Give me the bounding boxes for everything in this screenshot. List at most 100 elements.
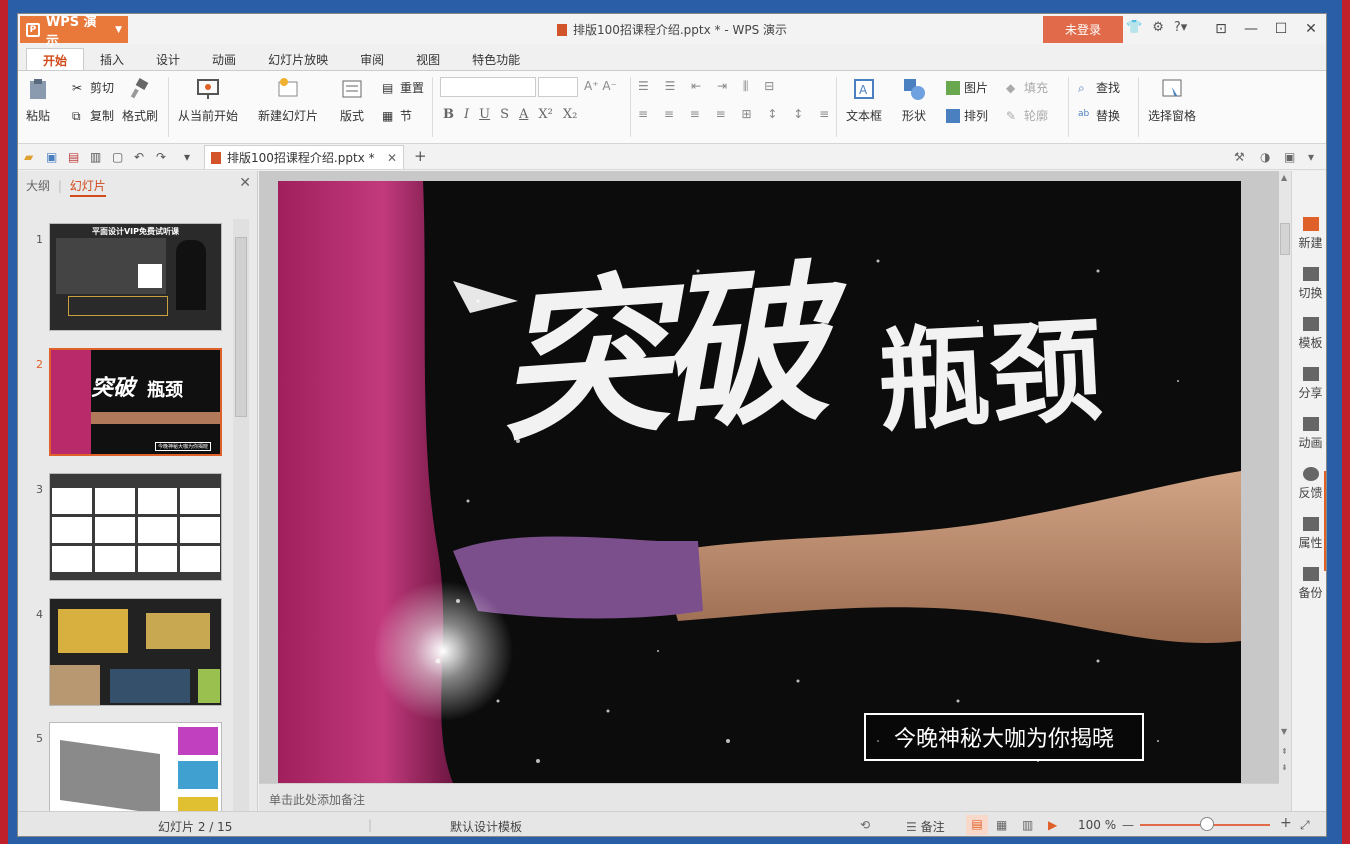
pane-properties[interactable]: 属性	[1292, 517, 1326, 551]
fill-button[interactable]: ◆ 填充	[1006, 79, 1048, 96]
arrange-button[interactable]: 排列	[946, 107, 988, 124]
thumbnail-item[interactable]: 5	[18, 722, 240, 811]
print-icon[interactable]: ▥	[90, 150, 104, 164]
subscript-button[interactable]: X₂	[563, 107, 577, 122]
thumbnail-2-selected[interactable]: 突破 瓶颈 今晚神秘大咖为你揭晓	[49, 348, 222, 456]
fit-window-icon[interactable]: ⤢	[1300, 818, 1310, 833]
strike-button[interactable]: S	[500, 107, 509, 122]
zoom-in-icon[interactable]: +	[1280, 815, 1292, 831]
tab-slides[interactable]: 幻灯片	[69, 179, 106, 197]
thumbnail-1[interactable]: 平面设计VIP免费试听课	[49, 223, 222, 331]
section-button[interactable]: ▦ 节	[382, 107, 412, 124]
underline-button[interactable]: U	[479, 107, 490, 122]
from-current-button[interactable]: 从当前开始	[178, 77, 238, 124]
tab-review[interactable]: 审阅	[344, 48, 400, 70]
new-tab-icon[interactable]: +	[414, 147, 428, 165]
panel-scrollbar[interactable]	[233, 219, 249, 819]
tab-outline[interactable]: 大纲	[26, 179, 50, 193]
minimize-icon[interactable]: —	[1236, 14, 1266, 44]
window-list-icon[interactable]: ▣	[1284, 150, 1298, 164]
scroll-thumb[interactable]	[235, 237, 247, 417]
new-slide-button[interactable]: 新建幻灯片	[258, 77, 318, 124]
find-button[interactable]: ⌕ 查找	[1078, 79, 1120, 96]
slide-headline-1[interactable]: 突破	[491, 246, 824, 466]
scroll-down-icon[interactable]: ▼	[1281, 727, 1287, 736]
login-button[interactable]: 未登录	[1043, 16, 1123, 43]
undo-icon[interactable]: ↶	[134, 150, 148, 164]
restore-ribbon-icon[interactable]: ⊡	[1206, 14, 1236, 44]
tab-insert[interactable]: 插入	[84, 48, 140, 70]
thumbnail-item[interactable]: 3	[18, 473, 240, 583]
pane-backup[interactable]: 备份	[1292, 567, 1326, 601]
thumbnail-4[interactable]	[49, 598, 222, 706]
thumbnail-3[interactable]	[49, 473, 222, 581]
preview-icon[interactable]: ▢	[112, 150, 126, 164]
customize-icon[interactable]: ▾	[184, 150, 198, 164]
tab-slideshow[interactable]: 幻灯片放映	[252, 48, 344, 70]
next-slide-icon[interactable]: ⇟	[1281, 763, 1288, 772]
prev-slide-icon[interactable]: ⇞	[1281, 747, 1288, 756]
sorter-view-icon[interactable]: ▦	[996, 818, 1007, 832]
current-slide[interactable]: 突破 瓶颈 今晚神秘大咖为你揭晓	[278, 181, 1241, 783]
replace-button[interactable]: ab 替换	[1078, 107, 1120, 124]
scroll-up-icon[interactable]: ▲	[1281, 173, 1287, 182]
thumbnail-5[interactable]	[49, 722, 222, 811]
selection-pane-button[interactable]: 选择窗格	[1148, 77, 1196, 124]
close-icon[interactable]: ✕	[1296, 14, 1326, 44]
pane-share[interactable]: 分享	[1292, 367, 1326, 401]
notes-toggle[interactable]: ☰ 备注	[906, 818, 945, 835]
reading-view-icon[interactable]: ▥	[1022, 818, 1033, 832]
picture-button[interactable]: 图片	[946, 79, 988, 96]
close-tab-icon[interactable]: ✕	[387, 151, 397, 165]
italic-button[interactable]: I	[464, 107, 469, 122]
thumbnail-item[interactable]: 2 突破 瓶颈 今晚神秘大咖为你揭晓	[18, 348, 240, 458]
maximize-icon[interactable]: ☐	[1266, 14, 1296, 44]
tab-home[interactable]: 开始	[26, 48, 85, 70]
normal-view-icon[interactable]: ▤	[966, 815, 988, 835]
shape-button[interactable]: 形状	[902, 77, 926, 124]
pane-new[interactable]: 新建	[1292, 217, 1326, 251]
superscript-button[interactable]: X²	[538, 107, 552, 122]
pane-animation[interactable]: 动画	[1292, 417, 1326, 451]
slide-scrollbar[interactable]: ▲ ▼ ⇞ ⇟	[1279, 171, 1291, 811]
feedback-icon[interactable]: ⚙	[1152, 20, 1164, 35]
skin-switch-icon[interactable]: ◑	[1260, 150, 1274, 164]
history-icon[interactable]: ⟲	[860, 818, 870, 832]
align-buttons[interactable]: ≡ ≡ ≡ ≡ ⊞ ↕ ↕ ≡	[638, 107, 835, 121]
font-family-select[interactable]	[440, 77, 536, 97]
tab-view[interactable]: 视图	[400, 48, 456, 70]
tool-icon[interactable]: ⚒	[1234, 150, 1248, 164]
tab-design[interactable]: 设计	[140, 48, 196, 70]
redo-icon[interactable]: ↷	[156, 150, 170, 164]
tab-special[interactable]: 特色功能	[456, 48, 536, 70]
scroll-thumb[interactable]	[1280, 223, 1290, 255]
format-painter-button[interactable]: 格式刷	[122, 77, 158, 124]
textbox-button[interactable]: A 文本框	[846, 77, 882, 124]
paste-button[interactable]: 粘贴	[26, 77, 50, 124]
outline-button[interactable]: ✎ 轮廓	[1006, 107, 1048, 124]
copy-button[interactable]: ⧉ 复制	[72, 107, 114, 124]
reset-button[interactable]: ▤ 重置	[382, 79, 424, 96]
slide-caption-box[interactable]: 今晚神秘大咖为你揭晓	[864, 713, 1144, 761]
cut-button[interactable]: ✂ 剪切	[72, 79, 114, 96]
play-slideshow-icon[interactable]: ▶	[1048, 818, 1057, 832]
pane-expand-handle[interactable]	[1324, 471, 1326, 571]
grow-font-button[interactable]: A⁺ A⁻	[584, 79, 617, 93]
bold-button[interactable]: B	[443, 107, 454, 122]
document-tab[interactable]: 排版100招课程介绍.pptx * ✕	[204, 145, 404, 169]
close-panel-icon[interactable]: ✕	[239, 175, 251, 191]
open-icon[interactable]: ▰	[24, 150, 38, 164]
skin-icon[interactable]: 👕	[1126, 20, 1142, 35]
collapse-icon[interactable]: ▾	[1308, 150, 1322, 164]
layout-button[interactable]: 版式	[340, 77, 364, 124]
save-icon[interactable]: ▣	[46, 150, 60, 164]
help-icon[interactable]: ?▾	[1174, 20, 1187, 35]
pane-template[interactable]: 模板	[1292, 317, 1326, 351]
list-buttons[interactable]: ☰ ☰ ⇤ ⇥ ⫼ ⊟	[638, 79, 780, 94]
thumbnail-item[interactable]: 1 平面设计VIP免费试听课	[18, 223, 240, 333]
zoom-level[interactable]: 100 %	[1078, 818, 1116, 832]
font-color-button[interactable]: A	[519, 107, 528, 122]
template-name[interactable]: 默认设计模板	[450, 818, 522, 835]
thumbnail-item[interactable]: 4	[18, 598, 240, 708]
pane-transition[interactable]: 切换	[1292, 267, 1326, 301]
